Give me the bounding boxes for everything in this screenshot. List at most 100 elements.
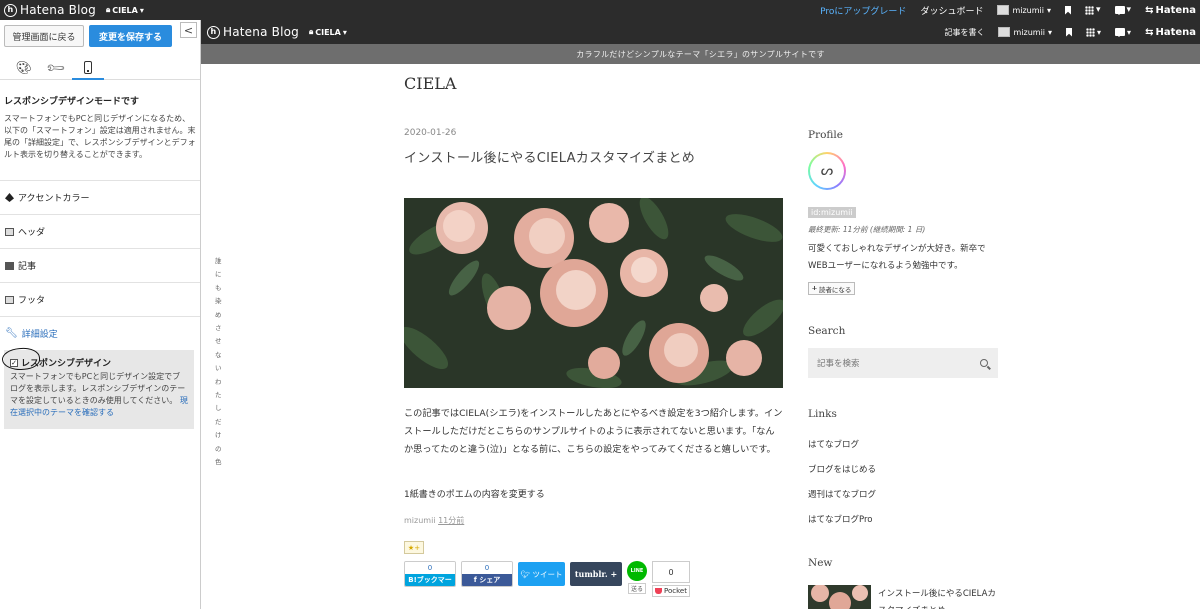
customize-sidebar: 管理画面に戻る 変更を保存する < 🎨︎ 🔧︎ レスポンシブデザインモードです … <box>0 20 201 609</box>
plus-icon: ➕︎ <box>812 284 817 292</box>
user-menu[interactable]: mizumii ▾ <box>998 27 1052 37</box>
caret-down-icon: ▾ <box>139 5 144 15</box>
section-advanced[interactable]: 🔧︎ 詳細設定 <box>0 316 200 350</box>
post-author[interactable]: mizumii <box>404 516 436 525</box>
search-input[interactable]: 記事を検索 <box>808 348 998 378</box>
profile-description: 可愛くておしゃれなデザインが大好き。新卒でWEBユーザーになれるよう勉強中です。 <box>808 244 986 271</box>
hatena-link[interactable]: ⇆ Hatena <box>1145 27 1196 38</box>
tweet-button[interactable]: 🐦︎ ツイート <box>518 562 565 586</box>
blog-preview: h Hatena Blog 🔒︎ CIELA ▾ 記事を書く mizumii ▾… <box>201 20 1200 609</box>
line-share-button[interactable]: LINE 送る <box>627 561 647 594</box>
link-item[interactable]: ブログをはじめる <box>808 463 876 488</box>
tab-customize[interactable]: 🔧︎ <box>40 56 72 80</box>
caret-down-icon: ▾ <box>1097 27 1102 37</box>
responsive-mode-notice: レスポンシブデザインモードです スマートフォンでもPCと同じデザインになるため、… <box>4 94 196 161</box>
avatar <box>997 5 1010 15</box>
notice-text: スマートフォンでもPCと同じデザインになるため、以下の「スマートフォン」設定は適… <box>4 114 196 159</box>
site-banner: カラフルだけどシンプルなテーマ「シエラ」のサンプルサイトです <box>201 44 1200 64</box>
footer-icon <box>5 295 14 304</box>
hatena-logo-icon: h <box>207 25 220 39</box>
pro-upgrade-link[interactable]: Proにアップグレード <box>820 4 906 17</box>
pocket-icon <box>655 588 663 594</box>
links-heading: Links <box>808 408 837 420</box>
back-to-admin-button[interactable]: 管理画面に戻る <box>4 25 84 47</box>
twitter-bird-icon: 🐦︎ <box>520 569 531 579</box>
article-icon <box>5 261 14 270</box>
post-time-link[interactable]: 11分前 <box>438 516 464 525</box>
apps-menu[interactable]: ▾ <box>1085 5 1101 15</box>
caret-down-icon: ▾ <box>1048 27 1053 37</box>
caret-down-icon: ▾ <box>1126 5 1132 15</box>
grid-icon <box>1086 27 1096 37</box>
profile-id[interactable]: id:mizumii <box>808 207 856 218</box>
subscribe-button[interactable]: ➕︎ 読者になる <box>808 282 856 295</box>
facebook-share-button[interactable]: 0 f シェア <box>461 561 513 587</box>
new-post-title[interactable]: インストール後にやるCIELAカスタマイズまとめ <box>878 586 998 609</box>
profile-heading: Profile <box>808 129 843 141</box>
post-subheading: 1紙書きのポエムの内容を変更する <box>404 490 545 500</box>
bookmark-icon[interactable] <box>1065 5 1071 15</box>
apps-menu[interactable]: ▾ <box>1086 27 1102 37</box>
collapse-sidebar-button[interactable]: < <box>180 22 197 38</box>
section-header[interactable]: ヘッダ <box>0 214 200 248</box>
facebook-icon: f <box>473 576 477 584</box>
settings-sections: アクセントカラー ヘッダ 記事 フッタ 🔧︎ 詳細設定 <box>0 180 200 350</box>
hatena-link[interactable]: ⇆ Hatena <box>1145 5 1196 16</box>
paint-drop-icon <box>5 193 14 202</box>
chevron-left-icon: < <box>183 23 194 37</box>
link-item[interactable]: はてなブログPro <box>808 513 876 538</box>
section-footer[interactable]: フッタ <box>0 282 200 316</box>
plus-icon: + <box>610 569 618 579</box>
hatena-blog-logo[interactable]: h Hatena Blog <box>207 25 299 39</box>
dashboard-link[interactable]: ダッシュボード <box>920 4 983 17</box>
line-icon: LINE <box>627 561 647 581</box>
blog-switcher[interactable]: 🔒︎ CIELA ▾ <box>309 27 347 37</box>
profile-avatar[interactable]: ᔕ <box>808 152 846 190</box>
section-article[interactable]: 記事 <box>0 248 200 282</box>
link-item[interactable]: はてなブログ <box>808 438 876 463</box>
post-title[interactable]: インストール後にやるCIELAカスタマイズまとめ <box>404 147 695 166</box>
avatar <box>998 27 1011 37</box>
profile-logo-icon: ᔕ <box>810 154 844 188</box>
add-star-button[interactable]: ★+ <box>404 541 424 554</box>
post-body: この記事ではCIELA(シエラ)をインストールしたあとにやるべき設定を3つ紹介し… <box>404 408 783 455</box>
responsive-design-desc: スマートフォンでもPCと同じデザイン設定でブログを表示します。レスポンシブデザイ… <box>10 372 186 405</box>
blog-switcher[interactable]: 🔒︎ CIELA ▾ <box>106 5 144 15</box>
hatena-mark-icon: ⇆ <box>1145 26 1154 38</box>
share-buttons: 0 B!ブックマーク 0 f シェア 🐦︎ ツイート tumblr. + LIN… <box>404 561 690 597</box>
hatena-blog-logo[interactable]: h Hatena Blog <box>0 3 96 17</box>
notifications-menu[interactable]: ▾ <box>1114 5 1132 15</box>
caret-down-icon: ▾ <box>1046 5 1051 15</box>
tumblr-share-button[interactable]: tumblr. + <box>570 562 622 586</box>
profile-last-updated: 最終更新: 11分前 (継続期間: 1 日) <box>808 225 926 234</box>
write-article-link[interactable]: 記事を書く <box>944 27 984 38</box>
pocket-button[interactable]: 0 Pocket <box>652 561 690 597</box>
bookmark-icon[interactable] <box>1066 27 1073 37</box>
caret-down-icon: ▾ <box>1096 5 1101 15</box>
hatena-logo-icon: h <box>4 3 17 17</box>
user-menu[interactable]: mizumii ▾ <box>997 5 1051 15</box>
tab-design[interactable]: 🎨︎ <box>8 56 40 80</box>
lock-icon: 🔒︎ <box>105 5 111 14</box>
vertical-tagline: 誰にも染めさせないわたしだけの色 <box>215 257 222 467</box>
hatena-bookmark-button[interactable]: 0 B!ブックマーク <box>404 561 456 587</box>
caret-down-icon: ▾ <box>342 27 347 37</box>
new-posts-heading: New <box>808 557 833 569</box>
site-title[interactable]: CIELA <box>404 74 456 93</box>
save-changes-button[interactable]: 変更を保存する <box>89 25 172 47</box>
search-icon[interactable] <box>980 359 988 367</box>
new-post-thumbnail[interactable] <box>808 585 871 609</box>
wrench-icon: 🔧︎ <box>5 328 18 339</box>
post-date[interactable]: 2020-01-26 <box>404 128 456 138</box>
section-accent-color[interactable]: アクセントカラー <box>0 180 200 214</box>
tab-smartphone[interactable] <box>72 56 104 80</box>
notifications-menu[interactable]: ▾ <box>1115 28 1131 37</box>
preview-topbar: h Hatena Blog 🔒︎ CIELA ▾ 記事を書く mizumii ▾… <box>201 20 1200 44</box>
notice-title: レスポンシブデザインモードです <box>4 97 140 107</box>
peony-photo <box>404 198 783 388</box>
smartphone-icon <box>84 60 92 74</box>
link-item[interactable]: 週刊はてなブログ <box>808 488 876 513</box>
palette-icon: 🎨︎ <box>15 60 33 76</box>
post-meta: mizumii 11分前 <box>404 515 464 526</box>
speech-bubble-icon <box>1115 28 1126 37</box>
